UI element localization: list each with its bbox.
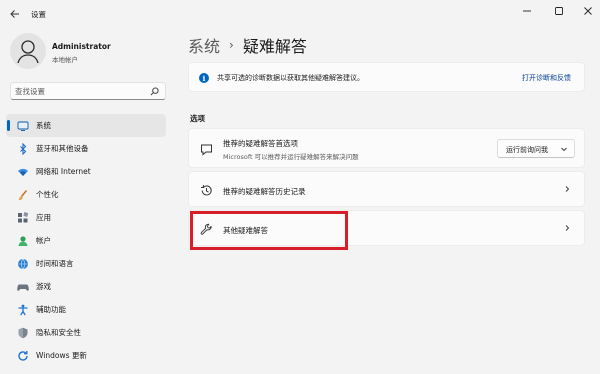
- history-icon: [199, 183, 213, 197]
- sidebar-item-label: 应用: [36, 213, 51, 222]
- title-bar: 设置: [0, 0, 600, 30]
- search-input[interactable]: [15, 85, 145, 97]
- sidebar-item-gaming[interactable]: 游戏: [6, 275, 166, 298]
- close-icon: [584, 7, 592, 15]
- back-button[interactable]: [4, 4, 26, 24]
- dropdown-value: 运行前询问我: [506, 146, 548, 154]
- chevron-right-icon: [562, 184, 572, 194]
- search-icon[interactable]: [147, 84, 161, 98]
- breadcrumb-parent[interactable]: 系统: [188, 33, 220, 57]
- breadcrumb: 系统 › 疑难解答: [188, 33, 307, 57]
- search-box[interactable]: [10, 82, 166, 100]
- troubleshoot-preference-dropdown[interactable]: 运行前询问我: [497, 139, 575, 158]
- avatar: [10, 33, 46, 69]
- sidebar-item-label: 游戏: [36, 282, 51, 291]
- back-arrow-icon: [10, 10, 19, 18]
- recommended-preferences-card: 推荐的疑难解答首选项 Microsoft 可以推荐并运行疑难解答来解决问题 运行…: [188, 128, 585, 168]
- apps-icon: [16, 211, 30, 225]
- sidebar-nav: 系统 蓝牙和其他设备 网络和 Internet 个性化 应用 帐户 时间和语言 …: [6, 114, 166, 367]
- gaming-icon: [16, 280, 30, 294]
- sidebar-item-bluetooth[interactable]: 蓝牙和其他设备: [6, 137, 166, 160]
- maximize-icon: [555, 7, 563, 15]
- sidebar-item-windows-update[interactable]: Windows 更新: [6, 344, 166, 367]
- breadcrumb-separator: ›: [229, 38, 234, 52]
- minimize-icon: [523, 10, 531, 12]
- chevron-right-icon: [562, 223, 572, 233]
- sidebar-item-label: 蓝牙和其他设备: [36, 144, 89, 153]
- sidebar-item-apps[interactable]: 应用: [6, 206, 166, 229]
- sidebar-item-accounts[interactable]: 帐户: [6, 229, 166, 252]
- user-profile[interactable]: Administrator 本地帐户: [10, 33, 200, 73]
- active-indicator: [7, 120, 10, 131]
- network-icon: [16, 165, 30, 179]
- chevron-down-icon: [560, 145, 568, 153]
- card-description: Microsoft 可以推荐并运行疑难解答来解决问题: [223, 153, 359, 161]
- minimize-button[interactable]: [512, 0, 542, 22]
- sidebar-item-accessibility[interactable]: 辅助功能: [6, 298, 166, 321]
- sidebar-item-network[interactable]: 网络和 Internet: [6, 160, 166, 183]
- sidebar-item-system[interactable]: 系统: [6, 114, 166, 137]
- personalization-icon: [16, 188, 30, 202]
- sidebar-item-label: 个性化: [36, 190, 59, 199]
- sidebar-item-label: 帐户: [36, 236, 51, 245]
- time-language-icon: [16, 257, 30, 271]
- windows-update-icon: [16, 349, 30, 363]
- bluetooth-icon: [16, 142, 30, 156]
- close-button[interactable]: [573, 0, 600, 22]
- info-text: 共享可选的诊断数据以获取其他疑难解答建议。: [217, 74, 364, 82]
- sidebar-item-label: Windows 更新: [36, 351, 87, 360]
- sidebar-item-label: 网络和 Internet: [36, 167, 91, 176]
- card-title: 推荐的疑难解答首选项: [223, 139, 298, 148]
- diagnostic-info-bar: i 共享可选的诊断数据以获取其他疑难解答建议。 打开诊断和反馈: [188, 62, 585, 92]
- sidebar-item-time-language[interactable]: 时间和语言: [6, 252, 166, 275]
- maximize-button[interactable]: [544, 0, 574, 22]
- sidebar-item-label: 时间和语言: [36, 259, 74, 268]
- privacy-shield-icon: [16, 326, 30, 340]
- info-icon: i: [199, 73, 209, 83]
- app-title: 设置: [31, 10, 46, 19]
- sidebar-item-personalization[interactable]: 个性化: [6, 183, 166, 206]
- card-title: 推荐的疑难解答历史记录: [223, 187, 306, 196]
- troubleshoot-history-card[interactable]: 推荐的疑难解答历史记录: [188, 171, 585, 207]
- sidebar-item-privacy[interactable]: 隐私和安全性: [6, 321, 166, 344]
- sidebar-item-label: 系统: [36, 121, 51, 130]
- open-diagnostics-link[interactable]: 打开诊断和反馈: [522, 73, 571, 83]
- avatar-icon: [17, 40, 39, 64]
- accessibility-icon: [16, 303, 30, 317]
- message-icon: [199, 142, 213, 156]
- accounts-icon: [16, 234, 30, 248]
- sidebar-item-label: 隐私和安全性: [36, 328, 81, 337]
- user-name: Administrator: [52, 42, 111, 51]
- system-icon: [16, 119, 30, 133]
- account-type: 本地帐户: [52, 56, 78, 64]
- highlight-box: [190, 211, 348, 250]
- page-title: 疑难解答: [242, 37, 307, 56]
- sidebar-item-label: 辅助功能: [36, 305, 66, 314]
- section-label: 选项: [190, 114, 205, 123]
